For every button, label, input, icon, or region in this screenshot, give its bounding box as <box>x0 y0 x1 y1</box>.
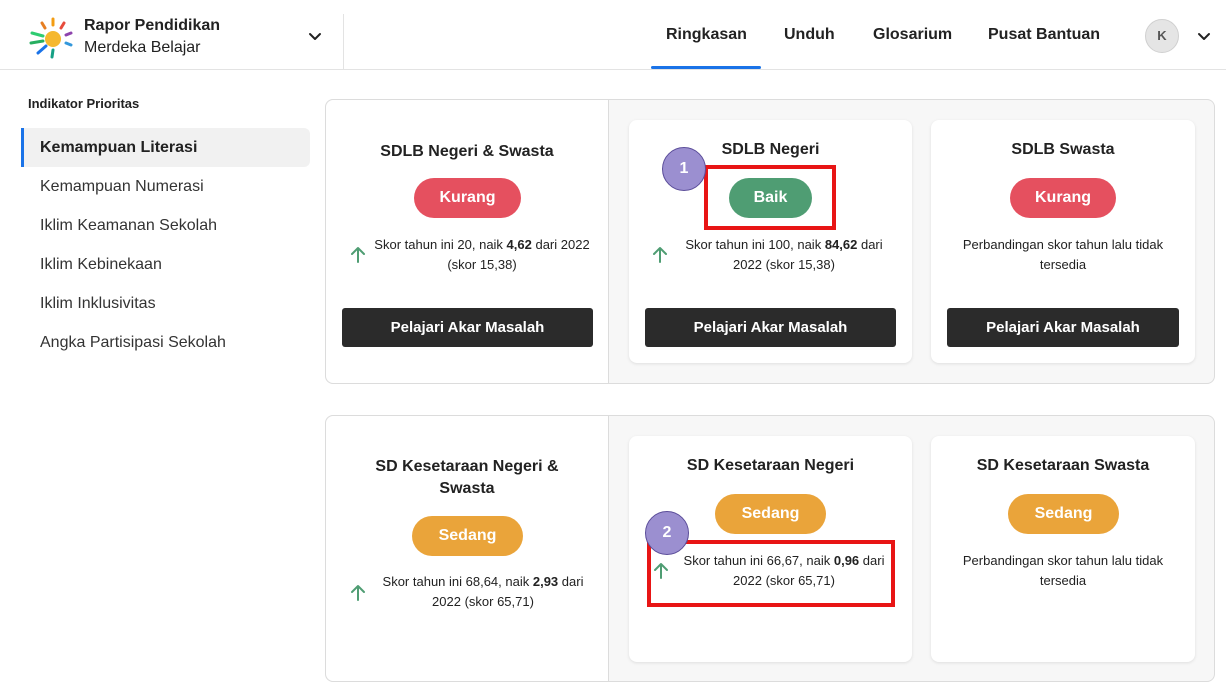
score-text: Perbandingan skor tahun lalu tidak terse… <box>962 553 1164 588</box>
brand-name[interactable]: Rapor Pendidikan Merdeka Belajar <box>84 17 220 57</box>
active-tab-indicator <box>651 66 761 69</box>
highlight-box-1 <box>704 165 836 230</box>
annotation-marker-2: 2 <box>645 511 689 555</box>
sun-logo-icon[interactable] <box>28 16 74 60</box>
card-title: SDLB Swasta <box>1011 141 1115 158</box>
brand-subtitle: Merdeka Belajar <box>84 39 201 56</box>
header-divider <box>343 14 344 70</box>
score-text: Skor tahun ini 100, naik 84,62 dari 2022… <box>679 235 889 275</box>
sidebar-item-iklim-inklusivitas[interactable]: Iklim Inklusivitas <box>21 284 310 323</box>
status-badge: Kurang <box>414 178 521 218</box>
score-text: Perbandingan skor tahun lalu tidak terse… <box>962 237 1164 272</box>
chevron-down-icon[interactable] <box>1196 29 1212 45</box>
arrow-up-icon <box>351 585 365 601</box>
score-increase: 4,62 <box>506 237 532 252</box>
sidebar-item-iklim-keamanan-sekolah[interactable]: Iklim Keamanan Sekolah <box>21 206 310 245</box>
school-card-sd-kesetaraan-swasta: SD Kesetaraan Swasta Sedang Perbandingan… <box>931 436 1195 662</box>
sidebar-title: Indikator Prioritas <box>28 96 140 111</box>
sidebar-item-angka-partisipasi-sekolah[interactable]: Angka Partisipasi Sekolah <box>21 323 310 362</box>
status-badge: Sedang <box>412 516 523 556</box>
pelajari-akar-masalah-button[interactable]: Pelajari Akar Masalah <box>645 308 896 347</box>
nav-glosarium[interactable]: Glosarium <box>873 26 952 44</box>
nav-ringkasan[interactable]: Ringkasan <box>666 26 747 44</box>
score-increase: 2,93 <box>532 574 559 589</box>
card-title: SD Kesetaraan Swasta <box>976 457 1150 474</box>
status-badge: Kurang <box>1010 178 1116 218</box>
annotation-marker-1: 1 <box>662 147 706 191</box>
brand-title: Rapor Pendidikan <box>84 17 221 34</box>
arrow-up-icon <box>351 247 365 263</box>
card-title: SD Kesetaraan Negeri <box>686 457 855 474</box>
card-title: SDLB Negeri & Swasta <box>380 143 554 160</box>
nav-pusat-bantuan[interactable]: Pusat Bantuan <box>988 26 1100 44</box>
score-prefix: Skor tahun ini 68,64, naik <box>382 574 533 589</box>
highlight-box-2 <box>647 540 895 607</box>
sdlb-panel: SDLB Negeri & Swasta Kurang Skor tahun i… <box>325 99 1215 384</box>
score-prefix: Skor tahun ini 20, naik <box>374 237 507 252</box>
sidebar-item-kemampuan-numerasi[interactable]: Kemampuan Numerasi <box>21 167 310 206</box>
nav-unduh[interactable]: Unduh <box>784 26 835 44</box>
card-title: SD Kesetaraan Negeri & Swasta <box>375 458 559 497</box>
summary-card: SDLB Negeri & Swasta Kurang Skor tahun i… <box>326 100 609 383</box>
arrow-up-icon <box>653 247 667 263</box>
status-badge: Sedang <box>1008 494 1119 534</box>
summary-card: SD Kesetaraan Negeri & Swasta Sedang Sko… <box>326 416 609 681</box>
pelajari-akar-masalah-button[interactable]: Pelajari Akar Masalah <box>947 308 1179 347</box>
chevron-down-icon[interactable] <box>307 29 323 45</box>
avatar[interactable]: K <box>1145 19 1179 53</box>
top-header: Rapor Pendidikan Merdeka Belajar Ringkas… <box>0 0 1226 70</box>
pelajari-akar-masalah-button[interactable]: Pelajari Akar Masalah <box>342 308 593 347</box>
sidebar-item-iklim-kebinekaan[interactable]: Iklim Kebinekaan <box>21 245 310 284</box>
score-text: Skor tahun ini 20, naik 4,62 dari 2022 (… <box>374 235 590 275</box>
school-card-sdlb-swasta: SDLB Swasta Kurang Perbandingan skor tah… <box>931 120 1195 363</box>
score-prefix: Skor tahun ini 100, naik <box>685 237 825 252</box>
sidebar-item-kemampuan-literasi[interactable]: Kemampuan Literasi <box>21 128 310 167</box>
score-text: Skor tahun ini 68,64, naik 2,93 dari 202… <box>376 572 590 612</box>
status-badge: Sedang <box>715 494 826 534</box>
score-increase: 84,62 <box>824 237 858 252</box>
